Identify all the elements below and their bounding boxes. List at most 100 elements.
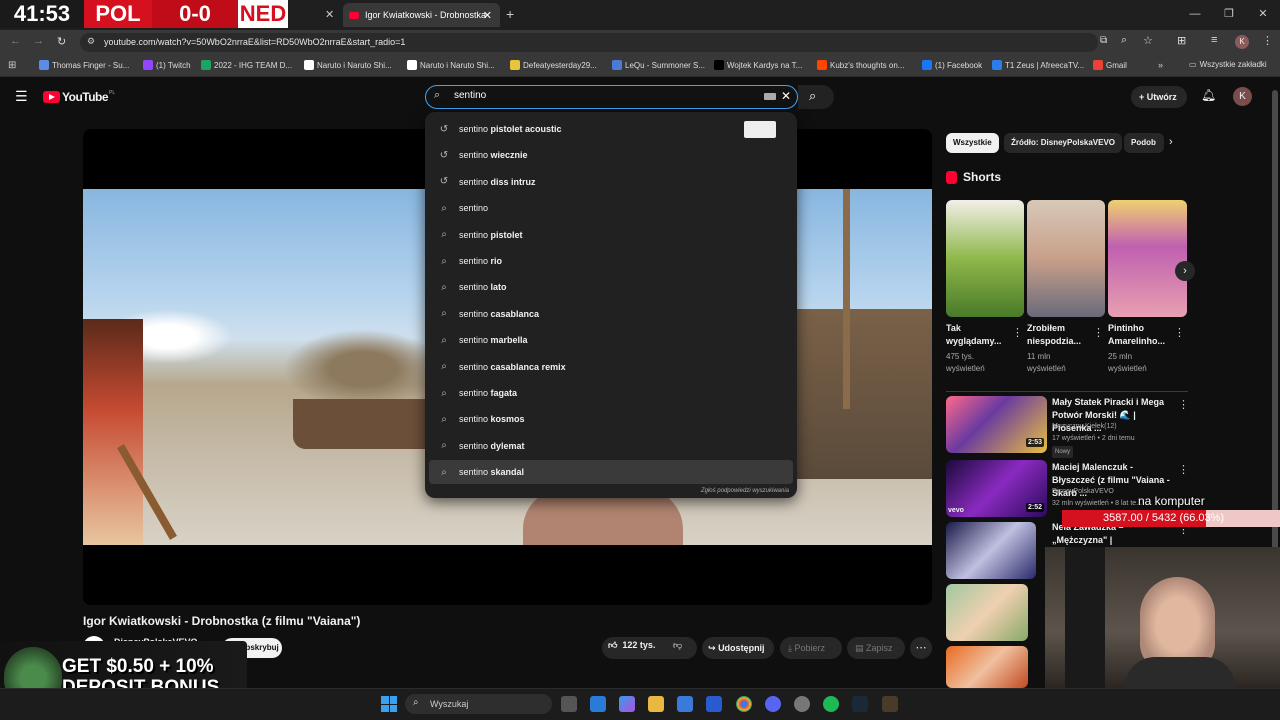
windows-start-icon[interactable] [381, 696, 397, 712]
short-menu-icon[interactable]: ⋮ [1012, 326, 1023, 339]
app-icon[interactable] [706, 696, 722, 712]
bookmark-item[interactable]: Naruto i Naruto Shi... [407, 60, 495, 70]
related-thumbnail[interactable] [946, 522, 1036, 579]
tab-close-icon[interactable]: ✕ [325, 8, 334, 21]
bookmark-item[interactable]: Kubz's thoughts on... [817, 60, 904, 70]
suggestion-item[interactable]: ⌕ sentino skandal [429, 460, 793, 485]
tab-close-icon[interactable]: ✕ [483, 9, 492, 22]
back-icon[interactable]: ← [10, 35, 21, 47]
related-channel[interactable]: DisneyPolskaVEVO [1052, 486, 1114, 498]
filter-chip[interactable]: Wszystkie [946, 133, 999, 153]
reload-icon[interactable]: ↻ [57, 35, 66, 48]
suggestion-item[interactable]: ↺ sentino pistolet acoustic [429, 117, 793, 141]
more-bookmarks-icon[interactable]: » [1158, 60, 1163, 70]
hamburger-menu-icon[interactable]: ☰ [15, 88, 28, 105]
store-icon[interactable] [677, 696, 693, 712]
maximize-icon[interactable]: ❐ [1212, 0, 1246, 28]
apps-grid-icon[interactable]: ⊞ [8, 60, 16, 71]
media-control-icon[interactable]: ≡ [1211, 34, 1217, 46]
clear-search-icon[interactable]: ✕ [781, 89, 791, 103]
bookmark-item[interactable]: Gmail [1093, 60, 1127, 70]
bookmark-item[interactable]: 2022 - IHG TEAM D... [201, 60, 292, 70]
keyboard-icon[interactable] [764, 93, 776, 100]
related-menu-icon[interactable]: ⋮ [1178, 463, 1189, 476]
bookmark-item[interactable]: T1 Zeus | AfreecaTV... [992, 60, 1084, 70]
bookmark-item[interactable]: Thomas Finger - Su... [39, 60, 129, 70]
forward-icon[interactable]: → [33, 35, 44, 47]
more-actions-icon[interactable]: ⋯ [910, 637, 932, 659]
suggestion-item[interactable]: ⌕ sentino dylemat [429, 434, 793, 458]
short-thumbnail[interactable] [1108, 200, 1187, 317]
bookmark-item[interactable]: Defeatyesterday29... [510, 60, 597, 70]
bookmark-item[interactable]: Wojtek Kardys na T... [714, 60, 802, 70]
filter-chip[interactable]: Źródło: DisneyPolskaVEVO [1004, 133, 1123, 153]
create-button[interactable]: + Utwórz [1131, 86, 1187, 108]
short-title[interactable]: Pintinho Amarelinho... [1108, 322, 1170, 348]
suggestion-item[interactable]: ⌕ sentino marbella [429, 328, 793, 352]
spotify-icon[interactable] [823, 696, 839, 712]
copilot-icon[interactable] [619, 696, 635, 712]
suggestion-item[interactable]: ↺ sentino diss intruz [429, 170, 793, 194]
notifications-bell-icon[interactable]: 🔔︎ [1201, 88, 1216, 102]
bookmark-item[interactable]: (1) Twitch [143, 60, 191, 70]
bookmark-item[interactable]: Naruto i Naruto Shi... [304, 60, 392, 70]
suggestion-item[interactable]: ⌕ sentino lato [429, 275, 793, 299]
extensions-icon[interactable]: ⊞ [1177, 34, 1186, 47]
suggestion-item[interactable]: ↺ sentino wiecznie [429, 143, 793, 167]
zoom-icon[interactable]: ⌕ [1121, 34, 1127, 47]
related-thumbnail[interactable] [946, 646, 1028, 688]
suggestion-item[interactable]: ⌕ sentino pistolet [429, 223, 793, 247]
all-bookmarks-folder[interactable]: ▭ Wszystkie zakładki [1189, 60, 1267, 69]
bookmark-star-icon[interactable]: ☆ [1143, 34, 1153, 47]
new-tab-icon[interactable]: + [506, 6, 514, 22]
suggestion-item[interactable]: ⌕ sentino fagata [429, 381, 793, 405]
taskbar-search[interactable]: Wyszukaj [405, 694, 552, 714]
search-icon: ⌕ [441, 255, 447, 267]
app-icon[interactable] [882, 696, 898, 712]
filter-chip[interactable]: Podob [1124, 133, 1164, 153]
related-channel[interactable]: Muzyczny Kiełek(12) [1052, 421, 1117, 433]
discord-icon[interactable] [765, 696, 781, 712]
short-title[interactable]: Zrobiłem niespodzia... [1027, 322, 1089, 348]
shorts-next-icon[interactable]: › [1175, 261, 1195, 281]
related-thumbnail[interactable] [946, 584, 1028, 641]
suggestion-item[interactable]: ⌕ sentino casablanca [429, 302, 793, 326]
dislike-button[interactable]: 👎︎ [673, 640, 682, 651]
task-view-icon[interactable] [561, 696, 577, 712]
suggestion-item[interactable]: ⌕ sentino [429, 196, 793, 220]
short-thumbnail[interactable] [946, 200, 1024, 317]
download-button[interactable]: ⤓ Pobierz [780, 637, 842, 659]
save-button[interactable]: ▤ Zapisz [847, 637, 905, 659]
share-button[interactable]: ↪ Udostępnij [702, 637, 774, 659]
chrome-icon[interactable] [736, 696, 752, 712]
suggestion-item[interactable]: ⌕ sentino rio [429, 249, 793, 273]
profile-avatar[interactable]: K [1235, 35, 1249, 49]
bookmark-item[interactable]: LeQu - Summoner S... [612, 60, 705, 70]
url-field[interactable]: youtube.com/watch?v=50WbO2nrraE&list=RD5… [80, 33, 1098, 52]
steam-icon[interactable] [852, 696, 868, 712]
file-explorer-icon[interactable] [648, 696, 664, 712]
install-app-icon[interactable]: ⧉ [1100, 35, 1107, 46]
bookmark-item[interactable]: (1) Facebook [922, 60, 982, 70]
close-window-icon[interactable]: ✕ [1246, 0, 1280, 28]
related-menu-icon[interactable]: ⋮ [1178, 398, 1189, 411]
app-icon[interactable] [794, 696, 810, 712]
tab-active[interactable]: Igor Kwiatkowski - Drobnostka ✕ [343, 3, 500, 27]
short-menu-icon[interactable]: ⋮ [1093, 326, 1104, 339]
suggestion-item[interactable]: ⌕ sentino casablanca remix [429, 355, 793, 379]
chips-next-icon[interactable]: › [1169, 136, 1173, 148]
short-title[interactable]: Tak wyglądamy... [946, 322, 1008, 348]
short-menu-icon[interactable]: ⋮ [1174, 326, 1185, 339]
site-info-icon[interactable]: ⚙ [87, 36, 95, 47]
browser-menu-icon[interactable]: ⋮ [1262, 34, 1273, 47]
short-thumbnail[interactable] [1027, 200, 1105, 317]
suggestion-completion: wiecznie [488, 150, 528, 161]
report-suggestions-link[interactable]: Zgłoś podpowiedzi wyszukiwania [701, 488, 789, 494]
account-avatar[interactable]: K [1233, 87, 1252, 106]
youtube-logo[interactable]: YouTube PL [43, 90, 115, 104]
minimize-icon[interactable]: — [1178, 0, 1212, 28]
like-button[interactable]: 👍︎ 122 tys. [608, 640, 655, 651]
suggestion-prefix: sentino [459, 440, 489, 451]
outlook-icon[interactable] [590, 696, 606, 712]
suggestion-item[interactable]: ⌕ sentino kosmos [429, 407, 793, 431]
